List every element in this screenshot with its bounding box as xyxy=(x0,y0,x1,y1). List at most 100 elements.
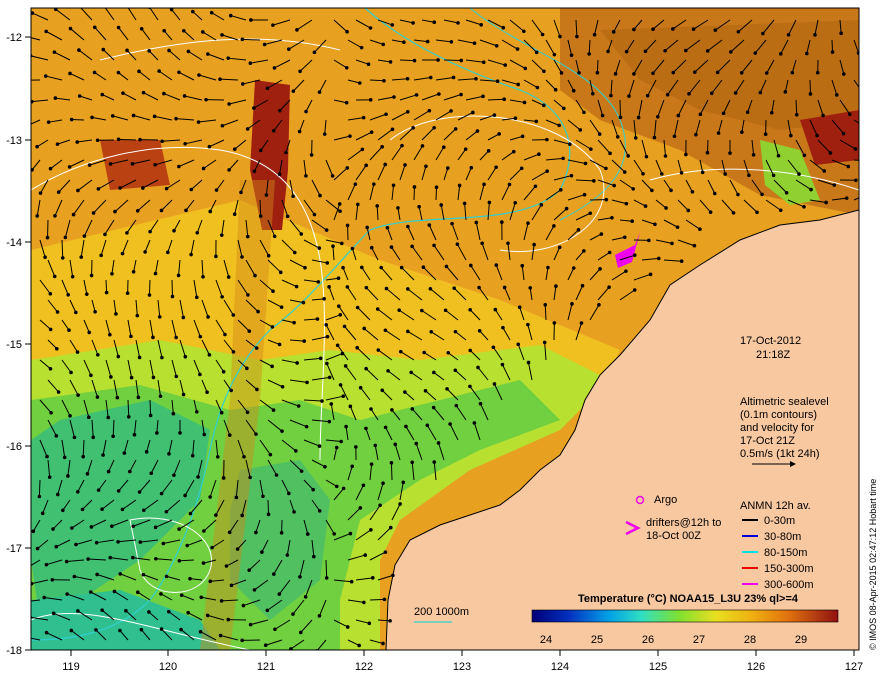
velocity-arrow xyxy=(259,199,262,217)
velocity-arrowhead xyxy=(354,445,358,449)
velocity-arrowhead xyxy=(136,395,141,400)
velocity-arrow xyxy=(706,139,709,153)
velocity-arrowhead xyxy=(343,364,348,368)
velocity-arrowhead xyxy=(196,475,200,479)
velocity-arrowhead xyxy=(95,572,99,577)
velocity-arrowhead xyxy=(295,361,299,365)
velocity-arrowhead xyxy=(87,330,92,335)
velocity-arrowhead xyxy=(116,25,121,30)
velocity-arrowhead xyxy=(656,256,661,261)
velocity-arrowhead xyxy=(167,452,171,456)
velocity-arrowhead xyxy=(166,250,170,255)
velocity-arrowhead xyxy=(284,150,288,155)
date-label: 17-Oct-2012 xyxy=(740,335,801,347)
velocity-arrowhead xyxy=(153,525,158,530)
velocity-arrowhead xyxy=(324,322,328,327)
velocity-arrowhead xyxy=(643,49,648,54)
velocity-arrowhead xyxy=(248,61,253,65)
drifters-label-line: 18-Oct 00Z xyxy=(646,530,701,542)
velocity-arrowhead xyxy=(24,124,28,128)
velocity-arrowhead xyxy=(515,47,520,51)
lat-tick-label: -14 xyxy=(6,237,22,249)
velocity-arrowhead xyxy=(376,348,381,352)
velocity-arrowhead xyxy=(379,265,384,270)
velocity-arrowhead xyxy=(258,148,263,153)
velocity-arrowhead xyxy=(285,214,290,219)
velocity-arrowhead xyxy=(317,614,322,618)
velocity-arrow xyxy=(862,20,867,32)
velocity-arrowhead xyxy=(228,13,233,18)
velocity-arrowhead xyxy=(273,627,277,632)
velocity-arrowhead xyxy=(690,189,695,194)
velocity-arrowhead xyxy=(183,493,187,498)
velocity-arrowhead xyxy=(862,92,866,96)
velocity-arrowhead xyxy=(386,369,390,373)
velocity-arrowhead xyxy=(161,541,166,546)
velocity-arrowhead xyxy=(170,294,175,299)
velocity-arrowhead xyxy=(474,220,479,225)
velocity-arrowhead xyxy=(568,142,572,146)
velocity-arrowhead xyxy=(453,127,458,131)
velocity-arrowhead xyxy=(325,261,330,265)
velocity-arrowhead xyxy=(397,308,401,312)
velocity-arrowhead xyxy=(472,421,477,425)
velocity-arrowhead xyxy=(79,255,84,259)
velocity-arrowhead xyxy=(109,375,113,379)
velocity-arrowhead xyxy=(191,9,195,14)
velocity-arrowhead xyxy=(92,25,97,30)
velocity-arrowhead xyxy=(253,273,257,278)
velocity-arrowhead xyxy=(270,325,275,329)
velocity-arrowhead xyxy=(74,310,78,315)
velocity-arrowhead xyxy=(770,110,774,115)
velocity-arrowhead xyxy=(645,93,650,98)
velocity-arrowhead xyxy=(159,592,163,596)
velocity-arrowhead xyxy=(277,592,282,596)
velocity-arrowhead xyxy=(35,546,40,551)
velocity-arrowhead xyxy=(869,160,873,164)
velocity-arrowhead xyxy=(148,413,153,418)
velocity-arrowhead xyxy=(592,179,596,183)
velocity-arrowhead xyxy=(110,271,114,276)
velocity-arrowhead xyxy=(378,503,382,508)
velocity-arrowhead xyxy=(77,48,81,52)
velocity-arrowhead xyxy=(303,595,308,599)
velocity-arrowhead xyxy=(125,291,130,296)
velocity-arrowhead xyxy=(138,540,143,544)
velocity-arrowhead xyxy=(839,31,843,36)
velocity-arrowhead xyxy=(665,92,670,97)
velocity-arrowhead xyxy=(821,113,825,118)
velocity-arrowhead xyxy=(154,556,158,561)
anmn-label: 30-80m xyxy=(764,531,801,543)
velocity-arrowhead xyxy=(480,241,484,246)
velocity-arrowhead xyxy=(76,609,80,613)
velocity-arrowhead xyxy=(360,265,364,270)
velocity-arrowhead xyxy=(75,489,80,494)
velocity-arrowhead xyxy=(318,193,322,198)
velocity-arrowhead xyxy=(854,178,858,183)
velocity-arrowhead xyxy=(526,322,530,327)
velocity-arrowhead xyxy=(113,209,117,214)
velocity-arrowhead xyxy=(174,374,179,379)
velocity-arrowhead xyxy=(388,525,393,530)
velocity-arrowhead xyxy=(543,302,548,307)
velocity-arrowhead xyxy=(96,187,101,191)
velocity-arrowhead xyxy=(492,382,497,386)
velocity-arrowhead xyxy=(252,588,257,592)
velocity-arrowhead xyxy=(832,183,837,187)
velocity-arrowhead xyxy=(622,235,627,240)
velocity-arrow xyxy=(38,479,41,497)
velocity-arrowhead xyxy=(641,171,645,176)
velocity-arrowhead xyxy=(604,166,608,171)
velocity-arrowhead xyxy=(763,132,768,137)
altimetry-line: 0.5m/s (1kt 24h) xyxy=(740,448,819,460)
velocity-arrowhead xyxy=(844,196,849,200)
velocity-arrowhead xyxy=(31,529,36,534)
velocity-arrow xyxy=(862,176,876,180)
lon-tick-label: 126 xyxy=(747,661,765,673)
velocity-arrowhead xyxy=(569,173,574,178)
velocity-arrowhead xyxy=(219,233,224,237)
velocity-arrowhead xyxy=(120,507,125,512)
velocity-arrowhead xyxy=(254,530,258,535)
velocity-arrowhead xyxy=(265,86,270,91)
velocity-arrowhead xyxy=(362,600,366,605)
